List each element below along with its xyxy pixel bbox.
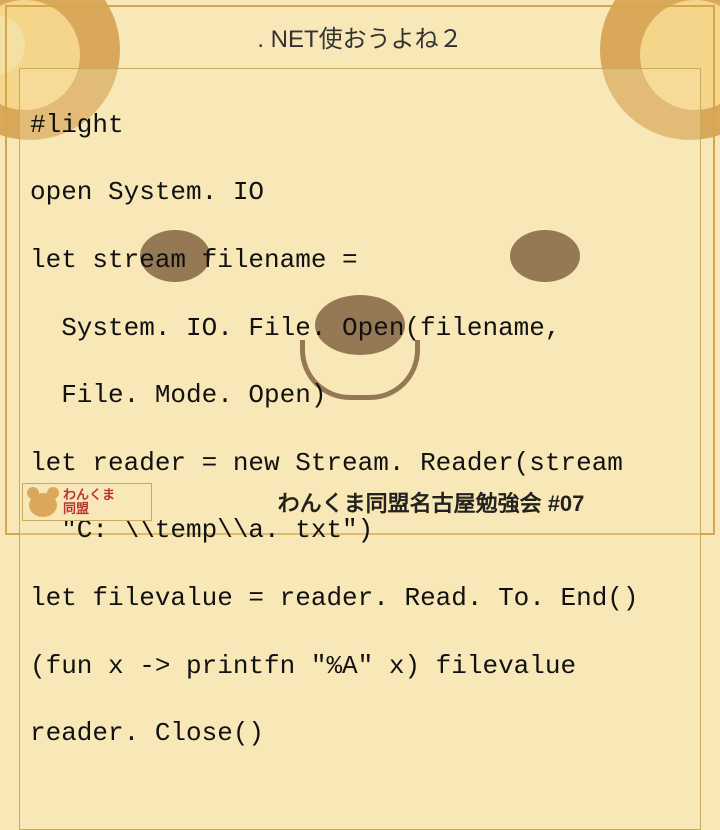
code-line: let filevalue = reader. Read. To. End() xyxy=(30,582,690,616)
code-box: #light open System. IO let stream filena… xyxy=(19,68,701,830)
code-block: #light open System. IO let stream filena… xyxy=(30,75,690,819)
slide-frame: . NET使おうよね２ #light open System. IO let s… xyxy=(5,5,715,535)
bear-icon xyxy=(27,487,59,517)
slide-title: . NET使おうよね２ xyxy=(7,7,713,68)
footer: わんくま 同盟 わんくま同盟名古屋勉強会 #07 xyxy=(12,483,708,521)
code-line: File. Mode. Open) xyxy=(30,379,690,413)
footer-title: わんくま同盟名古屋勉強会 #07 xyxy=(164,486,698,518)
code-line: open System. IO xyxy=(30,176,690,210)
code-line: #light xyxy=(30,109,690,143)
code-line: let stream filename = xyxy=(30,244,690,278)
logo-line2: 同盟 xyxy=(63,502,115,516)
logo-text: わんくま 同盟 xyxy=(63,488,115,517)
logo-line1: わんくま xyxy=(63,488,115,502)
code-line: let reader = new Stream. Reader(stream xyxy=(30,447,690,481)
code-line: System. IO. File. Open(filename, xyxy=(30,312,690,346)
code-line: reader. Close() xyxy=(30,717,690,751)
wankuma-logo: わんくま 同盟 xyxy=(22,483,152,521)
code-line: (fun x -> printfn "%A" x) filevalue xyxy=(30,650,690,684)
